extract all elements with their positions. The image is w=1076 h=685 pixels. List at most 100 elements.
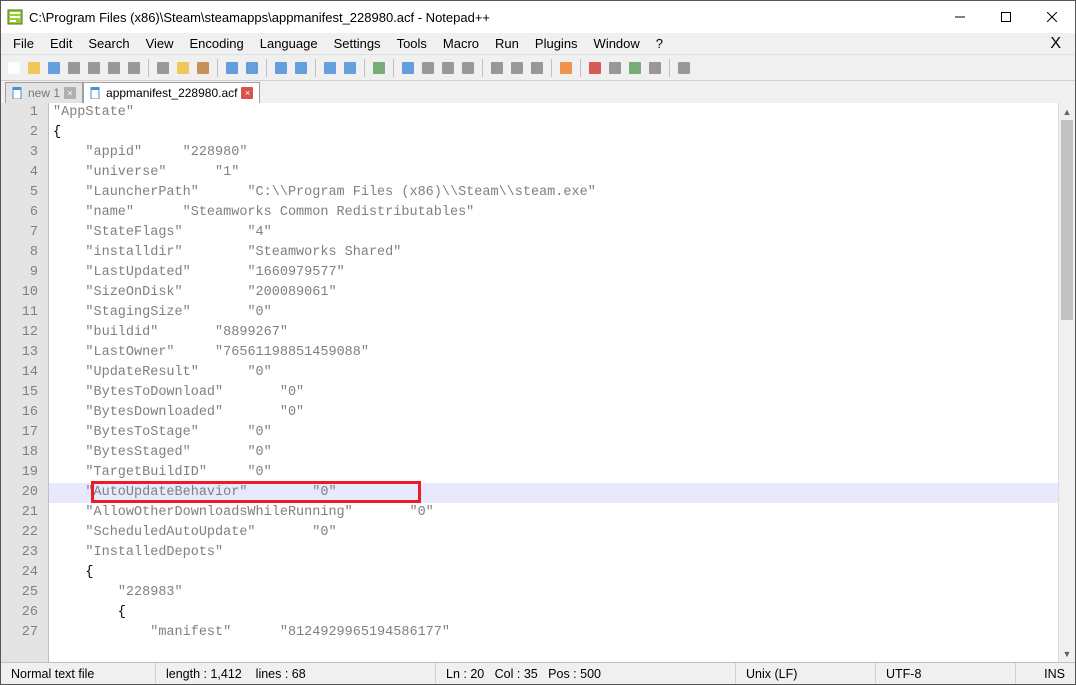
code-line[interactable]: "InstalledDepots"	[49, 543, 1058, 563]
code-line[interactable]: "appid" "228980"	[49, 143, 1058, 163]
code-line[interactable]: "228983"	[49, 583, 1058, 603]
status-eol: Unix (LF)	[736, 663, 876, 684]
toolbar-indent-icon[interactable]	[439, 59, 457, 77]
toolbar-open-icon[interactable]	[25, 59, 43, 77]
code-line[interactable]: "StagingSize" "0"	[49, 303, 1058, 323]
toolbar-stop-icon[interactable]	[606, 59, 624, 77]
toolbar-new-icon[interactable]	[5, 59, 23, 77]
toolbar-zoom-out-icon[interactable]	[341, 59, 359, 77]
toolbar-folder-icon[interactable]	[528, 59, 546, 77]
scroll-down-icon[interactable]: ▼	[1059, 645, 1075, 662]
code-line[interactable]: "TargetBuildID" "0"	[49, 463, 1058, 483]
toolbar-copy-icon[interactable]	[174, 59, 192, 77]
toolbar-toggle-icon[interactable]	[675, 59, 693, 77]
menu-encoding[interactable]: Encoding	[182, 34, 252, 53]
code-line[interactable]: "ScheduledAutoUpdate" "0"	[49, 523, 1058, 543]
code-line[interactable]: "BytesToDownload" "0"	[49, 383, 1058, 403]
toolbar-monitor-icon[interactable]	[557, 59, 575, 77]
tab-new1[interactable]: new 1 ×	[5, 82, 83, 103]
scroll-up-icon[interactable]: ▲	[1059, 103, 1075, 120]
code-line[interactable]: {	[49, 123, 1058, 143]
toolbar-all-chars-icon[interactable]	[419, 59, 437, 77]
toolbar-sync-icon[interactable]	[370, 59, 388, 77]
window-title: C:\Program Files (x86)\Steam\steamapps\a…	[29, 10, 937, 25]
toolbar-func-list-icon[interactable]	[508, 59, 526, 77]
code-line[interactable]: "installdir" "Steamworks Shared"	[49, 243, 1058, 263]
scroll-thumb[interactable]	[1061, 120, 1073, 320]
app-icon	[7, 9, 23, 25]
menu-run[interactable]: Run	[487, 34, 527, 53]
toolbar-close-icon[interactable]	[85, 59, 103, 77]
toolbar-save-icon[interactable]	[45, 59, 63, 77]
status-encoding: UTF-8	[876, 663, 1016, 684]
tab-close-icon[interactable]: ×	[241, 87, 253, 99]
code-line[interactable]: "AutoUpdateBehavior" "0"	[49, 483, 1058, 503]
menu-view[interactable]: View	[138, 34, 182, 53]
code-line[interactable]: "LastUpdated" "1660979577"	[49, 263, 1058, 283]
toolbar-play-all-icon[interactable]	[646, 59, 664, 77]
code-line[interactable]: "UpdateResult" "0"	[49, 363, 1058, 383]
code-line[interactable]: {	[49, 563, 1058, 583]
menu-macro[interactable]: Macro	[435, 34, 487, 53]
tabbar: new 1 × appmanifest_228980.acf ×	[1, 81, 1075, 103]
menu-tools[interactable]: Tools	[389, 34, 435, 53]
code-line[interactable]: "BytesToStage" "0"	[49, 423, 1058, 443]
editor-area: 1234567891011121314151617181920212223242…	[1, 103, 1075, 662]
tab-close-icon[interactable]: ×	[64, 87, 76, 99]
menu-file[interactable]: File	[5, 34, 42, 53]
code-line[interactable]: "universe" "1"	[49, 163, 1058, 183]
status-ins: INS	[1016, 663, 1075, 684]
toolbar-paste-icon[interactable]	[194, 59, 212, 77]
tab-label: new 1	[28, 86, 60, 100]
code-line[interactable]: {	[49, 603, 1058, 623]
line-number-gutter: 1234567891011121314151617181920212223242…	[1, 103, 49, 662]
maximize-button[interactable]	[983, 2, 1029, 32]
vertical-scrollbar[interactable]: ▲ ▼	[1058, 103, 1075, 662]
toolbar-print-icon[interactable]	[125, 59, 143, 77]
toolbar-cut-icon[interactable]	[154, 59, 172, 77]
code-line[interactable]: "manifest" "8124929965194586177"	[49, 623, 1058, 643]
code-line[interactable]: "LauncherPath" "C:\\Program Files (x86)\…	[49, 183, 1058, 203]
menubar: File Edit Search View Encoding Language …	[1, 33, 1075, 55]
code-line[interactable]: "SizeOnDisk" "200089061"	[49, 283, 1058, 303]
tab-label: appmanifest_228980.acf	[106, 86, 237, 100]
code-line[interactable]: "StateFlags" "4"	[49, 223, 1058, 243]
menu-edit[interactable]: Edit	[42, 34, 80, 53]
menu-plugins[interactable]: Plugins	[527, 34, 586, 53]
code-line[interactable]: "buildid" "8899267"	[49, 323, 1058, 343]
menu-window[interactable]: Window	[586, 34, 648, 53]
statusbar: Normal text file length : 1,412 lines : …	[1, 662, 1075, 684]
toolbar-fold-icon[interactable]	[459, 59, 477, 77]
titlebar: C:\Program Files (x86)\Steam\steamapps\a…	[1, 1, 1075, 33]
toolbar-play-icon[interactable]	[626, 59, 644, 77]
menu-settings[interactable]: Settings	[326, 34, 389, 53]
toolbar-redo-icon[interactable]	[243, 59, 261, 77]
file-icon	[90, 87, 102, 99]
minimize-button[interactable]	[937, 2, 983, 32]
toolbar-undo-icon[interactable]	[223, 59, 241, 77]
code-line[interactable]: "BytesStaged" "0"	[49, 443, 1058, 463]
code-editor[interactable]: "AppState"{ "appid" "228980" "universe" …	[49, 103, 1058, 662]
toolbar-zoom-in-icon[interactable]	[321, 59, 339, 77]
close-button[interactable]	[1029, 2, 1075, 32]
toolbar-find-icon[interactable]	[272, 59, 290, 77]
code-line[interactable]: "name" "Steamworks Common Redistributabl…	[49, 203, 1058, 223]
code-line[interactable]: "BytesDownloaded" "0"	[49, 403, 1058, 423]
menu-search[interactable]: Search	[80, 34, 137, 53]
status-filetype: Normal text file	[1, 663, 156, 684]
tab-appmanifest[interactable]: appmanifest_228980.acf ×	[83, 82, 260, 103]
menu-close-document[interactable]: X	[1040, 35, 1071, 53]
toolbar-replace-icon[interactable]	[292, 59, 310, 77]
toolbar-rec-icon[interactable]	[586, 59, 604, 77]
menu-language[interactable]: Language	[252, 34, 326, 53]
status-position: Ln : 20 Col : 35 Pos : 500	[436, 663, 736, 684]
toolbar-wrap-icon[interactable]	[399, 59, 417, 77]
code-line[interactable]: "LastOwner" "76561198851459088"	[49, 343, 1058, 363]
toolbar-save-all-icon[interactable]	[65, 59, 83, 77]
menu-help[interactable]: ?	[648, 34, 671, 53]
toolbar-doc-map-icon[interactable]	[488, 59, 506, 77]
code-line[interactable]: "AllowOtherDownloadsWhileRunning" "0"	[49, 503, 1058, 523]
status-length-lines: length : 1,412 lines : 68	[156, 663, 436, 684]
code-line[interactable]: "AppState"	[49, 103, 1058, 123]
toolbar-close-all-icon[interactable]	[105, 59, 123, 77]
